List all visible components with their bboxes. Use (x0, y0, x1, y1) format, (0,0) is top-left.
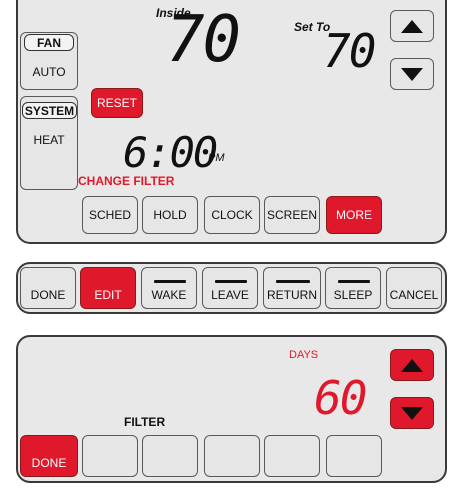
filter-settings-panel: DAYS 60 FILTER DONE (16, 335, 447, 483)
return-label: RETURN (267, 288, 317, 302)
return-period-icon (276, 280, 310, 283)
wake-label: WAKE (151, 288, 187, 302)
inside-temperature: 70 (166, 3, 241, 77)
main-display-panel: Inside 70 Set To 70 AUTO FAN HEAT SYSTEM… (16, 0, 447, 244)
done-button[interactable]: DONE (20, 435, 78, 477)
reset-button[interactable]: RESET (91, 88, 143, 118)
return-button[interactable]: RETURN (263, 267, 321, 309)
schedule-bar-panel: DONE EDIT WAKE LEAVE RETURN SLEEP CANCEL (16, 262, 447, 314)
blank-button-5[interactable] (326, 435, 382, 477)
wake-button[interactable]: WAKE (141, 267, 197, 309)
leave-period-icon (215, 280, 247, 283)
clock-time: 6:00 (123, 128, 218, 177)
days-up-button[interactable] (390, 349, 434, 381)
temp-up-button[interactable] (390, 10, 434, 42)
fan-label: FAN (24, 34, 74, 51)
filter-label: FILTER (124, 415, 166, 429)
set-to-temperature: 70 (323, 24, 376, 78)
arrow-down-icon (401, 406, 423, 420)
days-down-button[interactable] (390, 397, 434, 429)
sched-button[interactable]: SCHED (82, 196, 138, 234)
blank-button-2[interactable] (142, 435, 198, 477)
arrow-down-icon (401, 67, 423, 81)
clock-button[interactable]: CLOCK (204, 196, 260, 234)
wake-period-icon (154, 280, 186, 283)
leave-button[interactable]: LEAVE (202, 267, 258, 309)
hold-button[interactable]: HOLD (142, 196, 198, 234)
more-button[interactable]: MORE (326, 196, 382, 234)
cancel-button[interactable]: CANCEL (386, 267, 442, 309)
leave-label: LEAVE (211, 288, 249, 302)
sleep-period-icon (338, 280, 370, 283)
blank-button-4[interactable] (264, 435, 320, 477)
sleep-button[interactable]: SLEEP (325, 267, 381, 309)
fan-value: AUTO (32, 65, 66, 79)
blank-button-3[interactable] (204, 435, 260, 477)
temp-down-button[interactable] (390, 58, 434, 90)
days-value: 60 (314, 371, 367, 425)
clock-ampm: PM (208, 152, 225, 164)
system-value: HEAT (33, 133, 65, 147)
blank-button-1[interactable] (82, 435, 138, 477)
arrow-up-icon (401, 358, 423, 372)
edit-button[interactable]: EDIT (80, 267, 136, 309)
days-label: DAYS (289, 349, 319, 361)
done-button[interactable]: DONE (20, 267, 76, 309)
arrow-up-icon (401, 19, 423, 33)
change-filter-alert[interactable]: CHANGE FILTER (78, 174, 174, 188)
sleep-label: SLEEP (333, 288, 373, 302)
system-label: SYSTEM (22, 102, 77, 119)
screen-button[interactable]: SCREEN (264, 196, 320, 234)
